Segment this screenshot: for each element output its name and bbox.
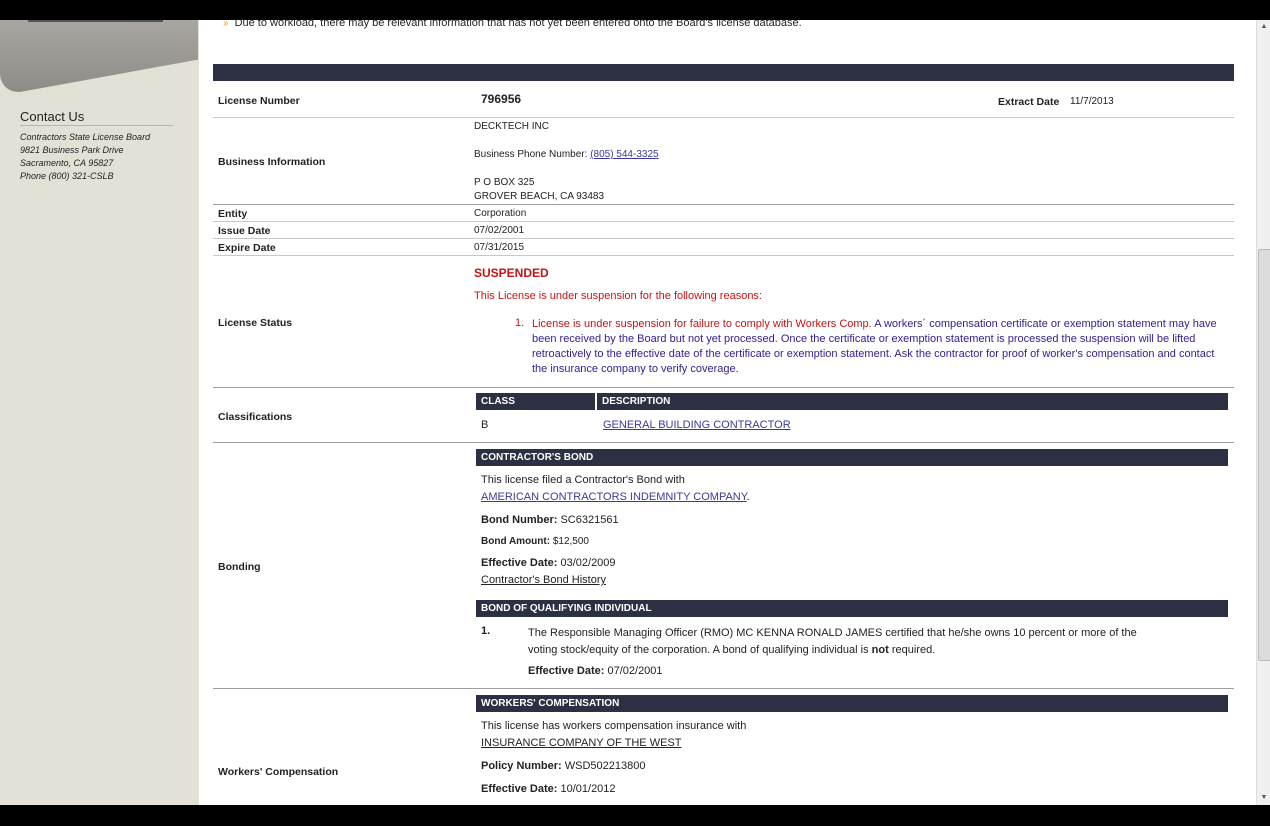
business-phone: Business Phone Number: (805) 544-3325 bbox=[474, 149, 659, 160]
address-line-2: GROVER BEACH, CA 93483 bbox=[474, 191, 605, 202]
bond-amount: $12,500 bbox=[552, 536, 589, 547]
double-chevron-icon: » bbox=[223, 20, 229, 29]
row-divider bbox=[213, 204, 1234, 205]
license-detail-panel: » Due to workload, there may be relevant … bbox=[199, 20, 1256, 805]
scroll-thumb[interactable] bbox=[1258, 249, 1270, 661]
policy-number: WSD502213800 bbox=[564, 760, 646, 772]
contact-address: Contractors State License Board 9821 Bus… bbox=[20, 131, 150, 183]
classifications-label: Classifications bbox=[218, 411, 293, 423]
qualifying-text: The Responsible Managing Officer (RMO) M… bbox=[528, 627, 1137, 656]
business-name: DECKTECH INC bbox=[474, 121, 550, 132]
business-phone-link[interactable]: (805) 544-3325 bbox=[590, 149, 658, 160]
row-divider bbox=[213, 238, 1234, 239]
description-column-header: DESCRIPTION bbox=[597, 393, 1228, 410]
qualifying-effective-date: 07/02/2001 bbox=[607, 665, 663, 677]
contact-line-phone: Phone (800) 321-CSLB bbox=[20, 171, 114, 181]
reason-number: 1. bbox=[515, 317, 525, 329]
bond-filed-text: This license filed a Contractor's Bond w… bbox=[481, 474, 685, 486]
qualifying-bond-header: BOND OF QUALIFYING INDIVIDUAL bbox=[476, 600, 1228, 617]
header-bar bbox=[213, 64, 1234, 81]
bond-effective-row: Effective Date: 03/02/2009 bbox=[481, 557, 616, 569]
vertical-scrollbar[interactable]: ▲ ▼ bbox=[1256, 20, 1270, 805]
entity-value: Corporation bbox=[474, 208, 527, 219]
row-divider bbox=[213, 221, 1234, 222]
contact-line-org: Contractors State License Board bbox=[20, 132, 151, 142]
suspension-reason: License is under suspension for failure … bbox=[532, 317, 1232, 377]
scroll-up-arrow-icon[interactable]: ▲ bbox=[1257, 20, 1270, 34]
policy-number-row: Policy Number: WSD502213800 bbox=[481, 760, 646, 772]
business-info-label: Business Information bbox=[218, 156, 326, 168]
row-divider bbox=[213, 442, 1234, 443]
extract-date-label: Extract Date bbox=[998, 96, 1060, 108]
sidebar-decoration bbox=[0, 20, 198, 92]
class-description-link[interactable]: GENERAL BUILDING CONTRACTOR bbox=[603, 419, 791, 431]
workers-comp-effective-row: Effective Date: 10/01/2012 bbox=[481, 783, 616, 795]
bond-company-line: AMERICAN CONTRACTORS INDEMNITY COMPANY. bbox=[481, 491, 750, 503]
issue-date-label: Issue Date bbox=[218, 225, 271, 237]
workers-comp-label: Workers' Compensation bbox=[218, 766, 339, 778]
status-badge: SUSPENDED bbox=[474, 266, 549, 280]
qualifying-effective-row: Effective Date: 07/02/2001 bbox=[528, 665, 663, 677]
contractors-bond-header: CONTRACTOR'S BOND bbox=[476, 449, 1228, 466]
row-divider bbox=[213, 255, 1234, 256]
bond-history-link[interactable]: Contractor's Bond History bbox=[481, 574, 606, 586]
qualifying-number: 1. bbox=[481, 625, 491, 637]
bond-company-link[interactable]: AMERICAN CONTRACTORS INDEMNITY COMPANY bbox=[481, 491, 747, 503]
entity-label: Entity bbox=[218, 208, 248, 220]
row-divider bbox=[213, 117, 1234, 118]
bond-number: SC6321561 bbox=[560, 514, 619, 526]
contact-us-heading: Contact Us bbox=[20, 109, 173, 126]
row-divider bbox=[213, 387, 1234, 388]
workers-comp-text: This license has workers compensation in… bbox=[481, 720, 747, 732]
workers-comp-effective-date: 10/01/2012 bbox=[560, 783, 616, 795]
bond-number-row: Bond Number: SC6321561 bbox=[481, 514, 619, 526]
left-sidebar: Contact Us Contractors State License Boa… bbox=[0, 20, 199, 805]
reason-red-text: License is under suspension for failure … bbox=[532, 318, 872, 330]
bonding-label: Bonding bbox=[218, 561, 261, 573]
browser-viewport: Contact Us Contractors State License Boa… bbox=[0, 20, 1270, 805]
bond-amount-row: Bond Amount: $12,500 bbox=[481, 536, 589, 547]
workload-notice: » Due to workload, there may be relevant … bbox=[223, 20, 802, 29]
status-intro: This License is under suspension for the… bbox=[474, 290, 762, 302]
license-number-label: License Number bbox=[218, 95, 300, 107]
license-status-label: License Status bbox=[218, 317, 293, 329]
address-line-1: P O BOX 325 bbox=[474, 177, 535, 188]
contact-line-city: Sacramento, CA 95827 bbox=[20, 158, 114, 168]
issue-date: 07/02/2001 bbox=[474, 225, 525, 236]
class-column-header: CLASS bbox=[476, 393, 595, 410]
scroll-down-arrow-icon[interactable]: ▼ bbox=[1257, 791, 1270, 805]
contact-line-street: 9821 Business Park Drive bbox=[20, 145, 124, 155]
workers-comp-company-link[interactable]: INSURANCE COMPANY OF THE WEST bbox=[481, 737, 681, 749]
sidebar-divider bbox=[28, 20, 163, 22]
workers-comp-header: WORKERS' COMPENSATION bbox=[476, 695, 1228, 712]
row-divider bbox=[213, 688, 1234, 689]
expire-date: 07/31/2015 bbox=[474, 242, 525, 253]
class-code: B bbox=[481, 419, 489, 431]
license-number: 796956 bbox=[481, 92, 522, 106]
bond-effective-date: 03/02/2009 bbox=[560, 557, 616, 569]
expire-date-label: Expire Date bbox=[218, 242, 276, 254]
extract-date: 11/7/2013 bbox=[1070, 96, 1114, 107]
